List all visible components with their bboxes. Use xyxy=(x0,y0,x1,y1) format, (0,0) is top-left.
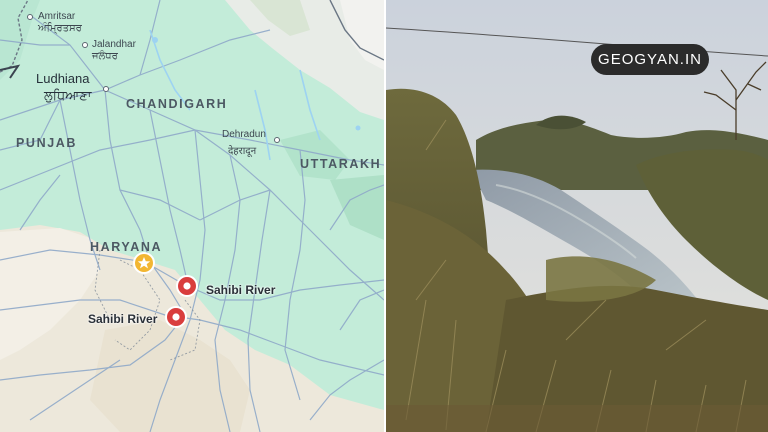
city-label-ludhiana-gurmukhi: ਲੁਧਿਆਣਾ xyxy=(44,88,92,103)
marker-label-sahibi-river-1: Sahibi River xyxy=(206,283,276,297)
marker-label-sahibi-river-2: Sahibi River xyxy=(88,312,158,326)
composite-image: PUNJAB CHANDIGARH HARYANA UTTARAKH Amrit… xyxy=(0,0,768,432)
city-label-dehradun: Dehradun xyxy=(222,129,266,140)
city-dot-ludhiana xyxy=(103,86,109,92)
city-label-jalandhar-gurmukhi: ਜਲੰਧਰ xyxy=(92,51,118,62)
map-pin-icon[interactable] xyxy=(176,275,198,297)
city-dot-jalandhar xyxy=(82,42,88,48)
city-label-amritsar-gurmukhi: ਅੰਮ੍ਰਿਤਸਰ xyxy=(38,23,82,34)
city-label-jalandhar: Jalandhar xyxy=(92,39,136,50)
river-photo-illustration xyxy=(386,0,768,432)
city-dot-dehradun xyxy=(274,137,280,143)
city-label-amritsar: Amritsar xyxy=(38,11,76,22)
map-pin-icon[interactable] xyxy=(165,306,187,328)
city-dot-amritsar xyxy=(27,14,33,20)
state-label-uttarakhand: UTTARAKH xyxy=(300,157,382,171)
map-panel[interactable]: PUNJAB CHANDIGARH HARYANA UTTARAKH Amrit… xyxy=(0,0,384,432)
state-label-chandigarh: CHANDIGARH xyxy=(126,97,228,111)
river-photo xyxy=(386,0,768,432)
watermark-badge: GEOGYAN.IN xyxy=(591,44,709,75)
city-label-dehradun-hindi: देहरादून xyxy=(228,146,257,157)
state-label-punjab: PUNJAB xyxy=(16,136,77,150)
map-svg xyxy=(0,0,384,432)
star-icon[interactable] xyxy=(133,252,155,274)
city-label-ludhiana: Ludhiana xyxy=(36,71,90,86)
